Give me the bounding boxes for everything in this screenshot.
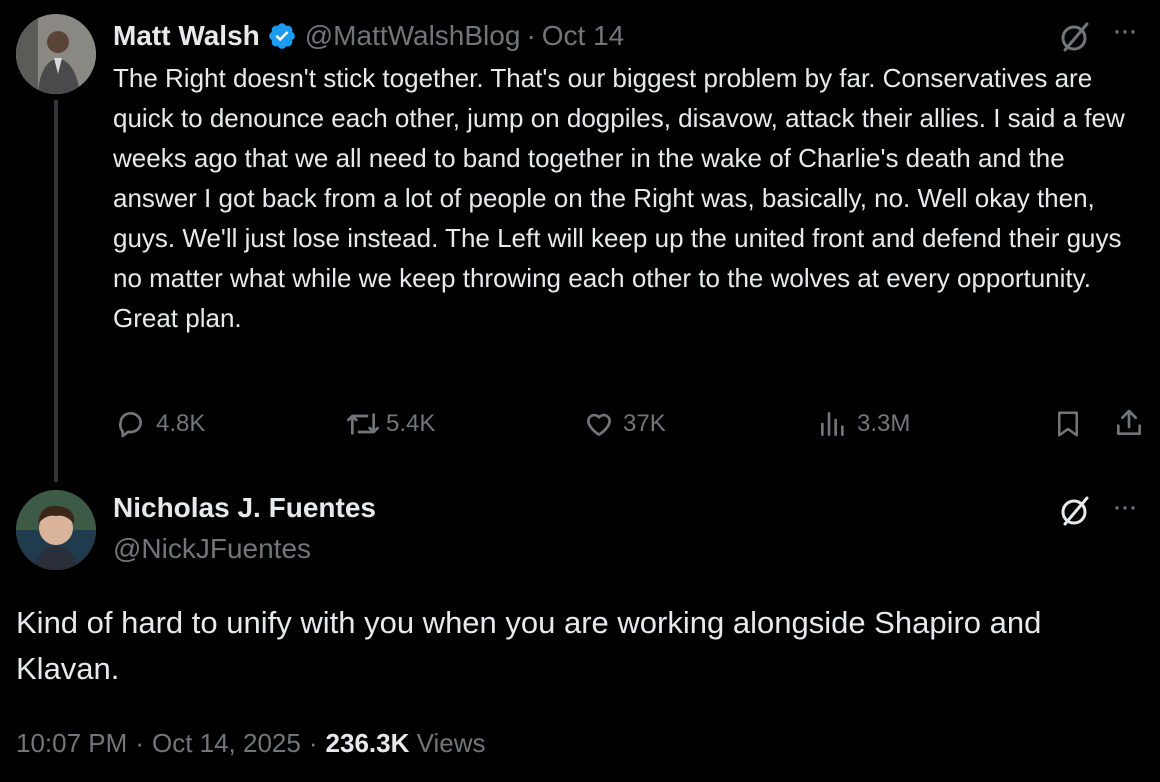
bookmark-icon[interactable] <box>1053 408 1083 440</box>
avatar-main-image <box>16 490 96 570</box>
views-label: Views <box>416 728 486 758</box>
tweet-time[interactable]: 10:07 PM <box>16 728 127 759</box>
parent-tweet-text: The Right doesn't stick together. That's… <box>113 63 1125 333</box>
like-count: 37K <box>623 410 666 437</box>
like-icon <box>587 413 611 436</box>
reply-count: 4.8K <box>156 410 206 437</box>
grok-icon[interactable] <box>1058 494 1092 528</box>
tweet-metadata: 10:07 PM · Oct 14, 2025 · 236.3K Views <box>16 728 486 759</box>
avatar-parent[interactable] <box>16 14 96 94</box>
main-author-name[interactable]: Nicholas J. Fuentes <box>113 492 376 524</box>
parent-tweet-header: Matt Walsh @MattWalshBlog · Oct 14 <box>113 16 624 56</box>
share-icon[interactable] <box>1113 407 1145 439</box>
meta-separator: · <box>308 728 318 758</box>
like-button[interactable]: 37K <box>583 408 666 440</box>
repost-button[interactable]: 5.4K <box>344 408 435 440</box>
views-button[interactable]: 3.3M <box>817 408 910 440</box>
main-tweet-text: Kind of hard to unify with you when you … <box>16 605 1042 686</box>
main-handle[interactable]: @NickJFuentes <box>113 533 311 565</box>
thread-line <box>54 100 58 482</box>
parent-date[interactable]: Oct 14 <box>542 20 624 52</box>
grok-icon[interactable] <box>1058 20 1092 54</box>
avatar-parent-image <box>16 14 96 94</box>
more-icon[interactable]: ··· <box>1112 490 1138 524</box>
repost-count: 5.4K <box>386 410 436 437</box>
verified-badge-icon <box>267 21 297 51</box>
meta-separator: · <box>135 728 144 758</box>
views-count-main[interactable]: 236.3K Views <box>326 728 486 759</box>
reply-icon <box>119 412 142 438</box>
avatar-main[interactable] <box>16 490 96 570</box>
tweet-date[interactable]: Oct 14, 2025 <box>152 728 301 759</box>
repost-icon <box>347 413 379 435</box>
parent-handle[interactable]: @MattWalshBlog <box>305 20 521 52</box>
views-count: 3.3M <box>857 410 911 437</box>
reply-button[interactable]: 4.8K <box>116 408 205 440</box>
views-icon <box>821 412 844 436</box>
views-number: 236.3K <box>325 728 410 758</box>
header-separator: · <box>526 20 536 51</box>
parent-author-name[interactable]: Matt Walsh <box>113 20 260 52</box>
more-icon[interactable]: ··· <box>1112 14 1138 48</box>
